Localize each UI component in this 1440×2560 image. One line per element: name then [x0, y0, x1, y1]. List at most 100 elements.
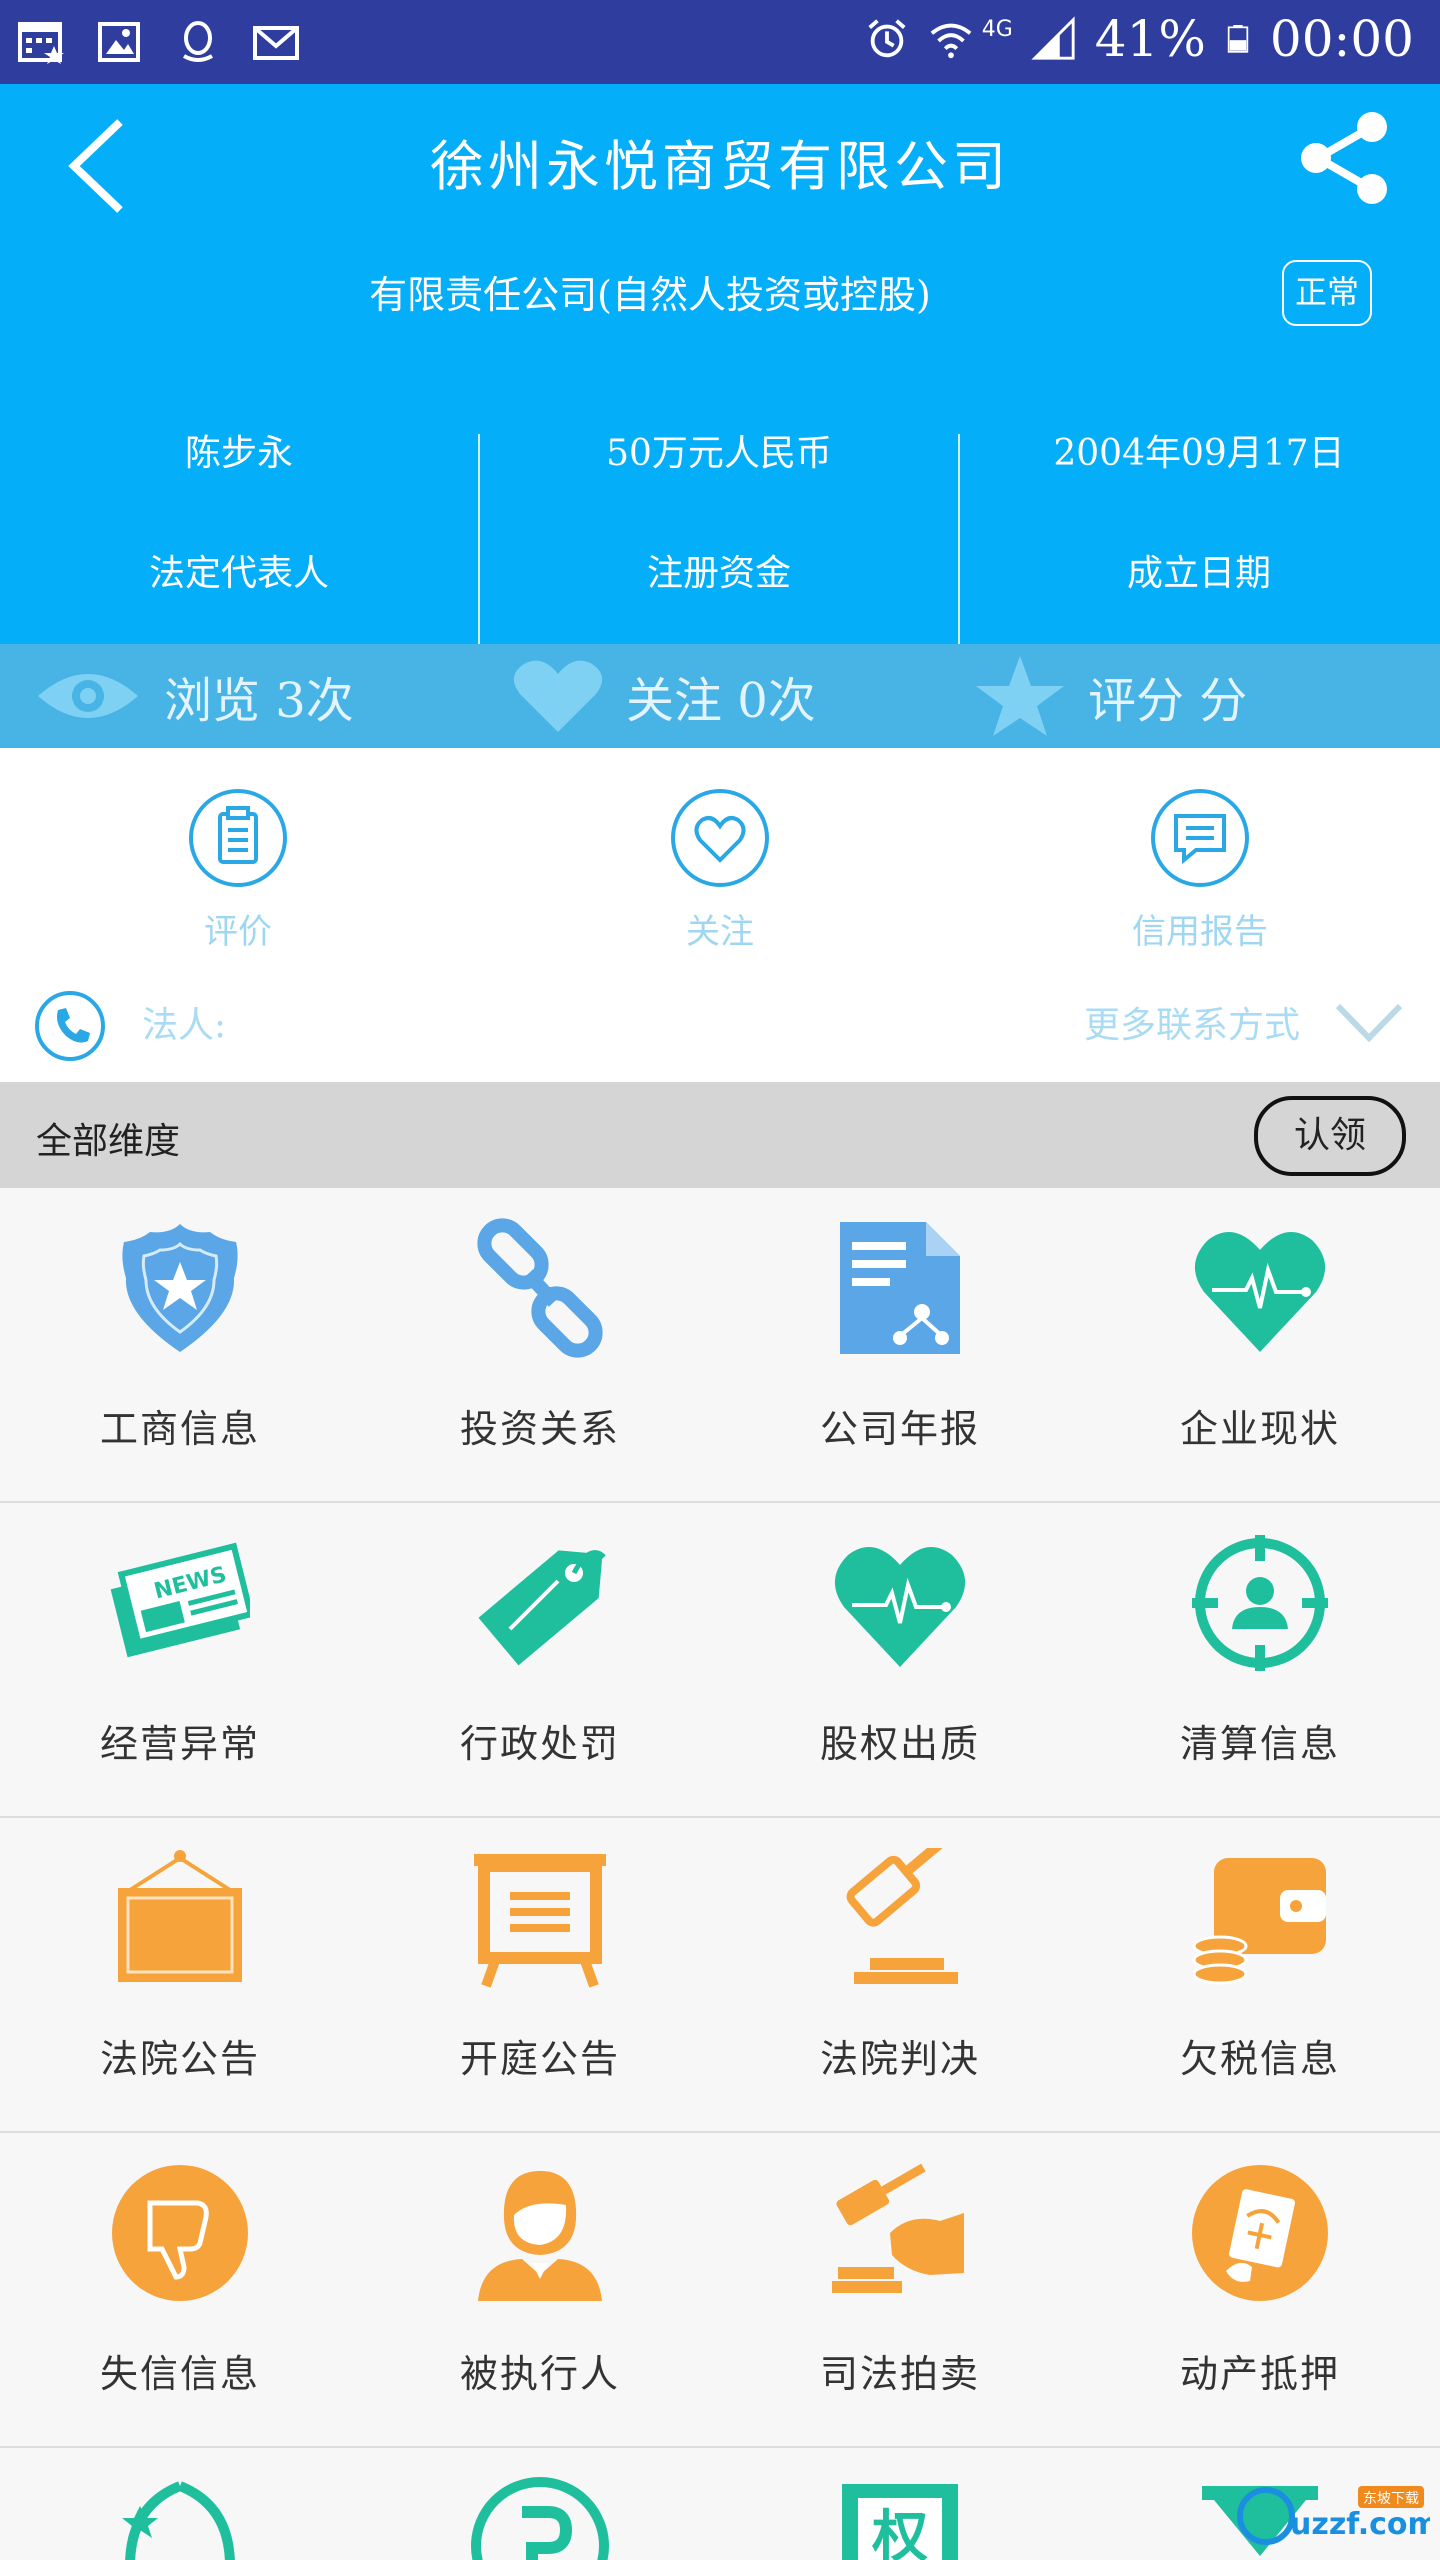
newspaper-icon: NEWS [110, 1542, 250, 1658]
grid-item-hearing-notice[interactable]: 开庭公告 [360, 1818, 720, 2131]
capital-value: 50万元人民币 [606, 433, 832, 474]
grid-item-court-notice[interactable]: 法院公告 [0, 1818, 360, 2131]
company-header: 徐州永悦商贸有限公司 有限责任公司(自然人投资或控股) 正常 陈步永 法定代表人… [0, 84, 1440, 644]
more-contact-link[interactable]: 更多联系方式 [1084, 996, 1300, 1048]
credit-report-label: 信用报告 [1132, 912, 1268, 952]
grid-item-label: 动产抵押 [1179, 2352, 1340, 2396]
contact-row: 法人: 更多联系方式 [0, 958, 1440, 1082]
evaluate-button[interactable]: 评价 [138, 788, 338, 953]
status-badge: 正常 [1282, 260, 1372, 326]
grid-item-judicial-auction[interactable]: 司法拍卖 [720, 2133, 1080, 2446]
grid-item-annual-report[interactable]: 公司年报 [720, 1188, 1080, 1501]
heart-icon [513, 660, 603, 732]
watermark-logo: uzzf.com 东坡下载 [1237, 2486, 1430, 2545]
rating-stat: 评分 分 [974, 644, 1247, 748]
grid-row: 失信信息 被执行人 司法拍卖 动产抵押 [0, 2133, 1440, 2448]
info-founded: 2004年09月17日 成立日期 [960, 414, 1438, 644]
grid-item-penalty[interactable]: 行政处罚 [360, 1503, 720, 1816]
grid-item-business-info[interactable]: 工商信息 [0, 1188, 360, 1501]
grid-item-label: 开庭公告 [459, 2037, 620, 2081]
police-badge-icon [122, 1224, 238, 1352]
battery-icon [1227, 25, 1249, 53]
credit-report-button[interactable]: 信用报告 [1100, 788, 1300, 953]
clipboard-icon [189, 789, 287, 887]
report-document-icon [840, 1222, 960, 1354]
eye-icon [38, 674, 138, 718]
grid-item-label: 清算信息 [1179, 1722, 1340, 1766]
grid-item-label: 失信信息 [99, 2352, 260, 2396]
follows-stat: 关注 0次 [512, 644, 816, 748]
dimension-grid: 工商信息 投资关系 公司年报 企业现状 NEWS 经营异常 行政处罚 股权出质 [0, 1188, 1440, 2448]
legal-rep-value: 陈步永 [184, 433, 293, 474]
company-type: 有限责任公司(自然人投资或控股) [369, 273, 931, 317]
status-bar: 4G 41% 00:00 [0, 0, 1440, 84]
follow-label: 关注 [686, 912, 754, 952]
views-text: 浏览 3次 [164, 673, 354, 729]
battery-percent: 41% [1094, 10, 1206, 68]
parking-p-icon[interactable] [470, 2476, 610, 2560]
info-capital: 50万元人民币 注册资金 [480, 414, 958, 644]
calendar-icon [18, 22, 64, 64]
company-title: 徐州永悦商贸有限公司 [430, 135, 1010, 198]
mail-icon [253, 26, 299, 60]
alarm-icon [868, 19, 906, 58]
grid-item-label: 股权出质 [819, 1722, 980, 1766]
grid-row-partial: 权 [0, 2454, 1440, 2560]
grid-item-label: 欠税信息 [1179, 2037, 1340, 2081]
grid-item-label: 企业现状 [1179, 1407, 1340, 1451]
legal-rep-label: 法定代表人 [148, 553, 329, 594]
grid-item-status[interactable]: 企业现状 [1080, 1188, 1440, 1501]
grid-item-liquidation[interactable]: 清算信息 [1080, 1503, 1440, 1816]
founded-label: 成立日期 [1126, 553, 1271, 594]
rights-document-icon[interactable]: 权 [830, 2476, 970, 2560]
grid-item-label: 工商信息 [99, 1407, 260, 1451]
rights-char: 权 [871, 2504, 928, 2560]
heart-pulse-icon [834, 1547, 966, 1667]
star-icon [976, 656, 1064, 736]
action-bar: 评价 关注 信用报告 [0, 748, 1440, 958]
follows-text: 关注 0次 [626, 673, 816, 729]
grid-item-abnormal[interactable]: NEWS 经营异常 [0, 1503, 360, 1816]
grid-item-label: 经营异常 [99, 1722, 260, 1766]
price-tag-icon [478, 1550, 606, 1666]
capital-label: 注册资金 [646, 553, 791, 594]
watermark-badge: 东坡下载 [1363, 2491, 1419, 2507]
chevron-down-icon[interactable] [1334, 998, 1404, 1048]
trademark-icon[interactable] [110, 2476, 250, 2560]
image-icon [98, 22, 140, 62]
heart-pulse-icon [1194, 1232, 1326, 1352]
grid-item-label: 法院判决 [819, 2037, 980, 2081]
claim-button[interactable]: 认领 [1254, 1096, 1406, 1176]
watermark-text: uzzf.com [1290, 2507, 1430, 2542]
views-stat: 浏览 3次 [34, 644, 354, 748]
gavel-icon [846, 1848, 958, 1984]
legal-person-label: 法人: [142, 1005, 227, 1046]
grid-item-executee[interactable]: 被执行人 [360, 2133, 720, 2446]
grid-item-court-ruling[interactable]: 法院判决 [720, 1818, 1080, 2131]
share-icon[interactable] [1294, 108, 1394, 208]
follow-button[interactable]: 关注 [620, 788, 820, 953]
wallet-coins-icon [1192, 1858, 1326, 1985]
grid-item-tax-owed[interactable]: 欠税信息 [1080, 1818, 1440, 2131]
hanging-board-icon [118, 1850, 242, 1982]
evaluate-label: 评价 [204, 912, 272, 952]
dimensions-title: 全部维度 [36, 1121, 181, 1162]
info-legal-rep: 陈步永 法定代表人 [0, 414, 478, 644]
grid-item-label: 被执行人 [459, 2352, 620, 2396]
grid-item-label: 公司年报 [819, 1407, 980, 1451]
grid-row: NEWS 经营异常 行政处罚 股权出质 清算信息 [0, 1503, 1440, 1818]
dimensions-bar: 全部维度 认领 [0, 1082, 1440, 1188]
clock-time: 00:00 [1269, 10, 1414, 68]
person-icon [478, 2171, 602, 2301]
qq-icon [183, 21, 213, 62]
grid-item-chattel-mortgage[interactable]: 动产抵押 [1080, 2133, 1440, 2446]
grid-item-label: 投资关系 [459, 1407, 620, 1451]
signal-icon [1031, 16, 1075, 60]
phone-icon[interactable] [34, 990, 106, 1062]
grid-row: 工商信息 投资关系 公司年报 企业现状 [0, 1188, 1440, 1503]
grid-item-dishonest[interactable]: 失信信息 [0, 2133, 360, 2446]
grid-item-equity-pledge[interactable]: 股权出质 [720, 1503, 1080, 1816]
thumbs-down-icon [112, 2165, 248, 2301]
grid-item-investment[interactable]: 投资关系 [360, 1188, 720, 1501]
auction-gavel-icon [832, 2163, 964, 2293]
